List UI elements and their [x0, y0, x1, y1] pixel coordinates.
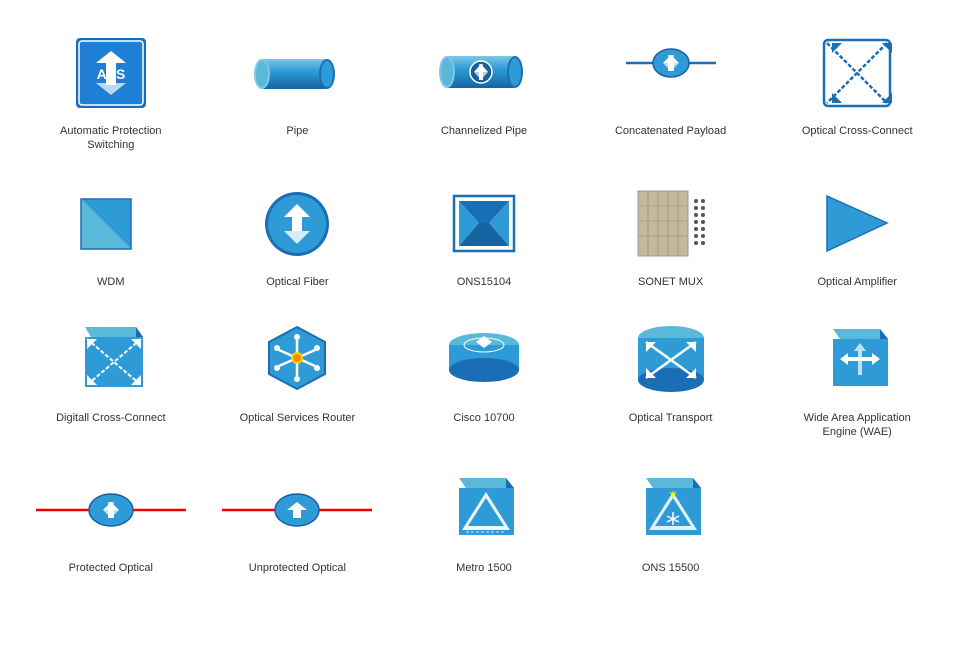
item-sonet-mux[interactable]: SONET MUX [580, 171, 762, 297]
label-unprotected-optical: Unprotected Optical [249, 561, 346, 575]
svg-text:APS: APS [96, 66, 125, 82]
icon-ons15104 [439, 179, 529, 269]
label-wae: Wide Area Application Engine (WAE) [797, 411, 917, 440]
icon-grid: APS Automatic Protection Switching [20, 20, 948, 584]
item-aps[interactable]: APS Automatic Protection Switching [20, 20, 202, 161]
icon-channelized-pipe [439, 28, 529, 118]
icon-optical-transport [626, 315, 716, 405]
icon-ons-15500 [626, 465, 716, 555]
item-optical-fiber[interactable]: Optical Fiber [207, 171, 389, 297]
item-optical-amplifier[interactable]: Optical Amplifier [766, 171, 948, 297]
item-pipe[interactable]: Pipe [207, 20, 389, 146]
label-sonet-mux: SONET MUX [638, 275, 703, 289]
label-concatenated-payload: Concatenated Payload [615, 124, 726, 138]
item-metro-1500[interactable]: Metro 1500 [393, 457, 575, 583]
label-optical-cross-connect: Optical Cross-Connect [802, 124, 913, 138]
icon-optical-fiber [252, 179, 342, 269]
label-cisco-10700: Cisco 10700 [453, 411, 514, 425]
label-ons-15500: ONS 15500 [642, 561, 699, 575]
label-protected-optical: Protected Optical [69, 561, 153, 575]
label-channelized-pipe: Channelized Pipe [441, 124, 527, 138]
item-ons-15500[interactable]: ONS 15500 [580, 457, 762, 583]
icon-optical-cross-connect [812, 28, 902, 118]
label-aps: Automatic Protection Switching [51, 124, 171, 153]
icon-digitall-cross-connect [66, 315, 156, 405]
icon-sonet-mux [626, 179, 716, 269]
icon-concatenated-payload [626, 28, 716, 118]
item-unprotected-optical[interactable]: Unprotected Optical [207, 457, 389, 583]
item-optical-services-router[interactable]: Optical Services Router [207, 307, 389, 433]
icon-protected-optical [66, 465, 156, 555]
label-metro-1500: Metro 1500 [456, 561, 512, 575]
item-optical-cross-connect[interactable]: Optical Cross-Connect [766, 20, 948, 146]
item-channelized-pipe[interactable]: Channelized Pipe [393, 20, 575, 146]
label-digitall-cross-connect: Digitall Cross-Connect [56, 411, 165, 425]
icon-optical-amplifier [812, 179, 902, 269]
icon-unprotected-optical [252, 465, 342, 555]
icon-wae [812, 315, 902, 405]
item-cisco-10700[interactable]: Cisco 10700 [393, 307, 575, 433]
label-ons15104: ONS15104 [457, 275, 511, 289]
icon-optical-services-router [252, 315, 342, 405]
label-optical-services-router: Optical Services Router [240, 411, 356, 425]
label-optical-fiber: Optical Fiber [266, 275, 328, 289]
icon-aps: APS [66, 28, 156, 118]
icon-pipe [252, 28, 342, 118]
icon-metro-1500 [439, 465, 529, 555]
item-protected-optical[interactable]: Protected Optical [20, 457, 202, 583]
item-concatenated-payload[interactable]: Concatenated Payload [580, 20, 762, 146]
label-pipe: Pipe [286, 124, 308, 138]
item-wae[interactable]: Wide Area Application Engine (WAE) [766, 307, 948, 448]
item-digitall-cross-connect[interactable]: Digitall Cross-Connect [20, 307, 202, 433]
item-ons15104[interactable]: ONS15104 [393, 171, 575, 297]
label-optical-amplifier: Optical Amplifier [817, 275, 896, 289]
icon-cisco-10700 [439, 315, 529, 405]
icon-wdm [66, 179, 156, 269]
label-optical-transport: Optical Transport [629, 411, 713, 425]
label-wdm: WDM [97, 275, 125, 289]
item-wdm[interactable]: WDM [20, 171, 202, 297]
item-optical-transport[interactable]: Optical Transport [580, 307, 762, 433]
